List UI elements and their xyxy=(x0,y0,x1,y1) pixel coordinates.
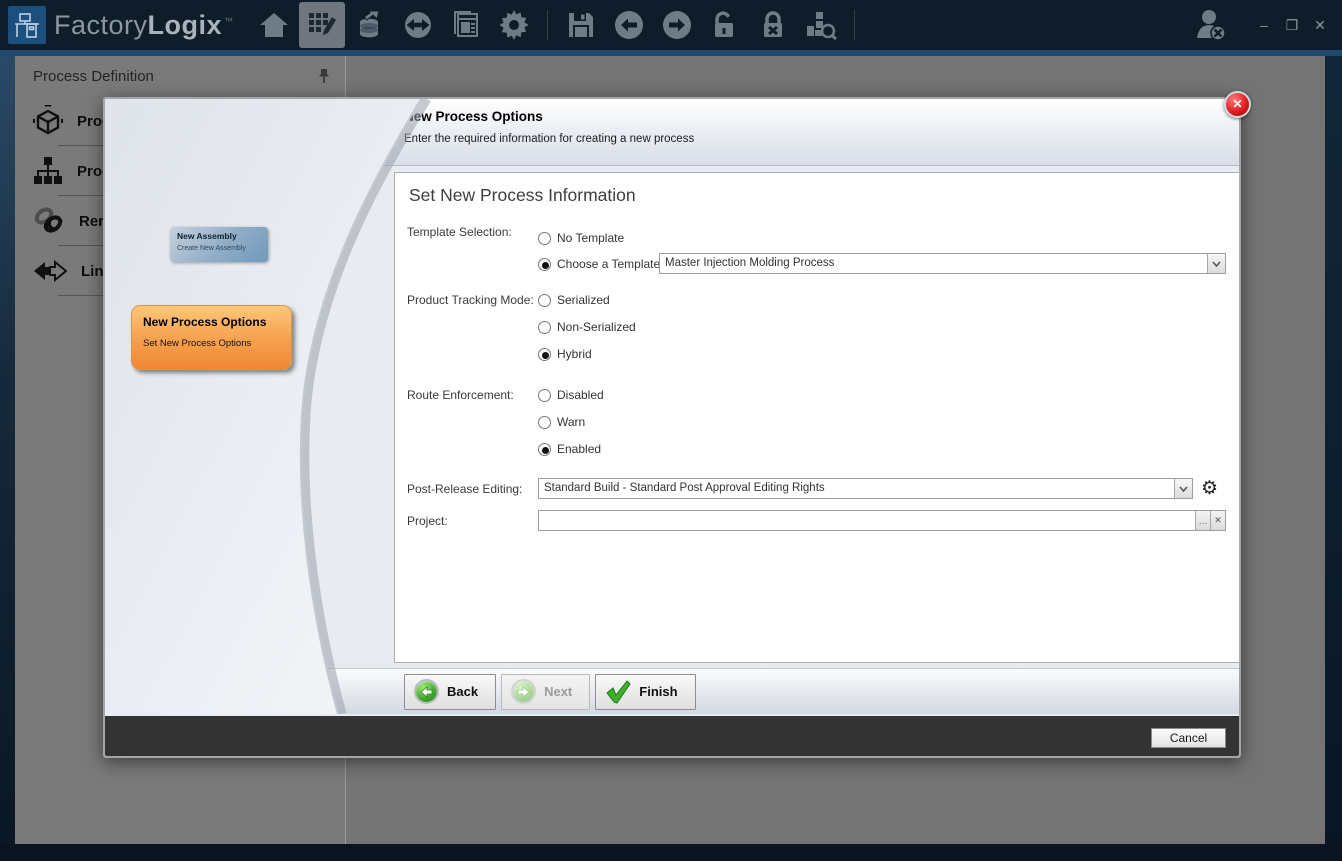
next-arrow-icon xyxy=(511,679,536,704)
radio-circle xyxy=(538,321,551,334)
project-input[interactable]: … ✕ xyxy=(538,510,1226,531)
finish-check-icon xyxy=(605,680,631,704)
route-enforcement-label: Route Enforcement: xyxy=(407,388,514,402)
logout-user-icon[interactable] xyxy=(1188,2,1234,48)
line-arrows-icon xyxy=(33,258,67,284)
radio-circle xyxy=(538,348,551,361)
clear-icon[interactable]: ✕ xyxy=(1210,511,1225,530)
settings-gear-icon[interactable] xyxy=(491,2,537,48)
template-combobox[interactable]: Master Injection Molding Process xyxy=(659,253,1226,274)
chevron-down-icon[interactable] xyxy=(1207,254,1225,273)
brand-logix: Logix xyxy=(148,10,223,41)
window-bottom-edge xyxy=(0,844,1342,861)
sync-icon[interactable] xyxy=(395,2,441,48)
dialog-bottom-band: Cancel xyxy=(105,716,1239,756)
brand-text: FactoryLogix™ xyxy=(54,10,234,41)
window-right-edge xyxy=(1325,56,1342,861)
gear-icon[interactable]: ⚙ xyxy=(1201,479,1218,498)
documents-icon[interactable] xyxy=(443,2,489,48)
new-process-options-dialog: New Process Options Enter the required i… xyxy=(103,97,1241,758)
radio-choose-template[interactable]: Choose a Template xyxy=(538,257,660,271)
finish-button[interactable]: Finish xyxy=(595,674,695,710)
radio-non-serialized[interactable]: Non-Serialized xyxy=(538,320,636,334)
radio-serialized[interactable]: Serialized xyxy=(538,293,610,307)
application-window: FactoryLogix™ xyxy=(0,0,1342,861)
factorylogix-logo xyxy=(8,6,46,44)
radio-circle xyxy=(538,232,551,245)
process-definition-icon[interactable] xyxy=(299,2,345,48)
post-release-editing-label: Post-Release Editing: xyxy=(407,482,522,496)
project-label: Project: xyxy=(407,514,448,528)
wizard-step-new-process-options: New Process Options Set New Process Opti… xyxy=(131,305,292,370)
panel-header: Process Definition xyxy=(15,56,345,96)
toolbar-separator xyxy=(547,10,548,40)
desk-logo-icon xyxy=(14,12,40,38)
home-icon[interactable] xyxy=(251,2,297,48)
lock-cancel-icon[interactable] xyxy=(750,2,796,48)
product-cube-icon xyxy=(33,105,63,137)
release-icon[interactable] xyxy=(347,2,393,48)
radio-enabled[interactable]: Enabled xyxy=(538,442,601,456)
radio-disabled[interactable]: Disabled xyxy=(538,388,604,402)
back-icon[interactable] xyxy=(606,2,652,48)
template-selection-label: Template Selection: xyxy=(407,225,512,239)
radio-circle xyxy=(538,258,551,271)
window-left-edge xyxy=(0,56,15,861)
product-tracking-label: Product Tracking Mode: xyxy=(407,293,534,307)
form-heading: Set New Process Information xyxy=(409,185,636,206)
trademark: ™ xyxy=(224,16,234,26)
radio-no-template[interactable]: No Template xyxy=(538,231,624,245)
radio-hybrid[interactable]: Hybrid xyxy=(538,347,592,361)
main-toolbar xyxy=(250,0,864,50)
pin-icon[interactable] xyxy=(317,68,331,84)
radio-circle xyxy=(538,443,551,456)
titlebar-right: – ❒ ✕ xyxy=(1187,0,1332,50)
radio-circle xyxy=(538,416,551,429)
save-icon[interactable] xyxy=(558,2,604,48)
wizard-step-new-assembly: New Assembly Create New Assembly xyxy=(170,227,268,262)
panel-title: Process Definition xyxy=(33,68,154,85)
brand-factory: Factory xyxy=(54,10,148,41)
titlebar: FactoryLogix™ xyxy=(0,0,1342,50)
form-content: Set New Process Information Template Sel… xyxy=(394,172,1240,663)
reroute-link-icon xyxy=(33,205,65,237)
radio-circle xyxy=(538,294,551,307)
forward-icon[interactable] xyxy=(654,2,700,48)
post-release-editing-combobox[interactable]: Standard Build - Standard Post Approval … xyxy=(538,478,1193,499)
maximize-button[interactable]: ❒ xyxy=(1280,17,1304,34)
close-icon[interactable]: ✕ xyxy=(1224,91,1251,118)
toolbar-separator xyxy=(854,10,855,40)
unlock-icon[interactable] xyxy=(702,2,748,48)
next-button[interactable]: Next xyxy=(501,674,590,710)
chevron-down-icon[interactable] xyxy=(1174,479,1192,498)
browse-button[interactable]: … xyxy=(1195,511,1210,530)
radio-warn[interactable]: Warn xyxy=(538,415,585,429)
process-tree-icon xyxy=(33,155,63,187)
close-window-button[interactable]: ✕ xyxy=(1308,17,1332,34)
radio-circle xyxy=(538,389,551,402)
cancel-button[interactable]: Cancel xyxy=(1151,728,1226,748)
find-release-icon[interactable] xyxy=(798,2,844,48)
minimize-button[interactable]: – xyxy=(1252,17,1276,33)
